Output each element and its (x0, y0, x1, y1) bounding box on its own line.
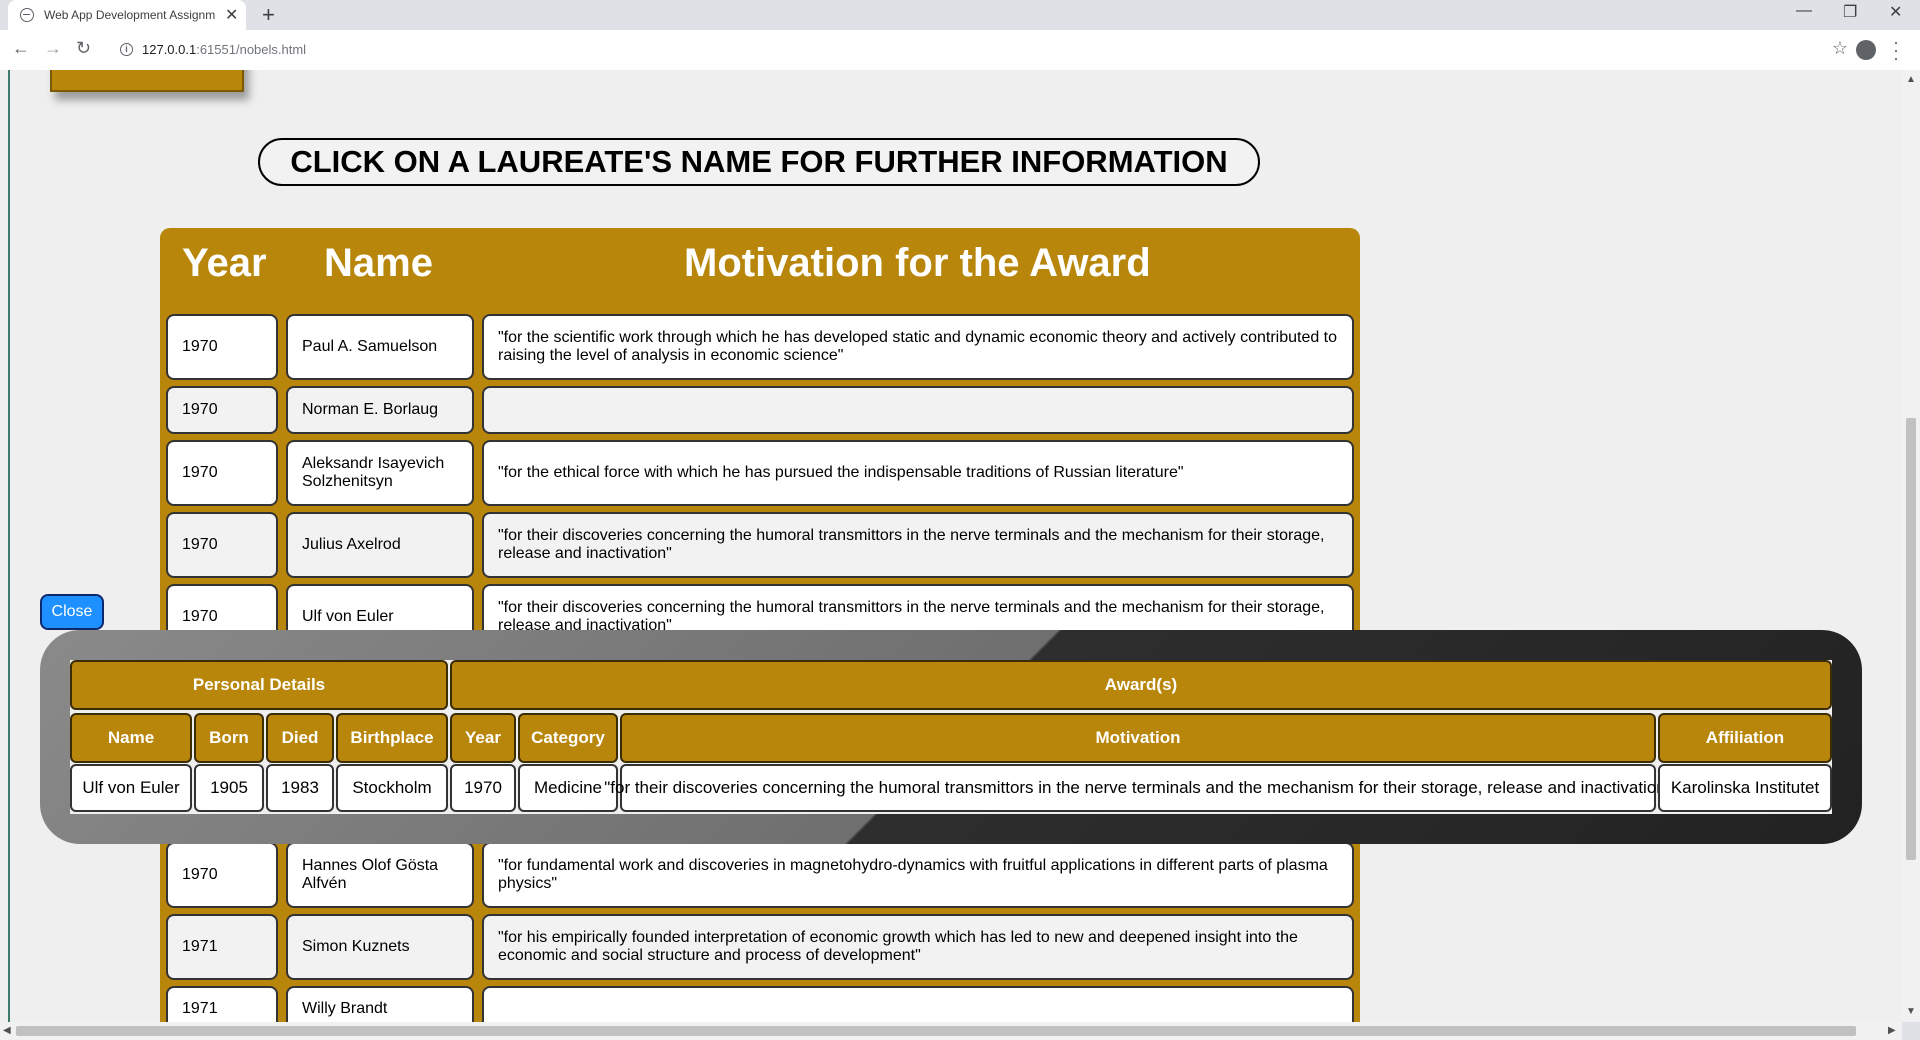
page-viewport: CLICK ON A LAUREATE'S NAME FOR FURTHER I… (0, 70, 1902, 1022)
table-cell-year: 1971 (166, 986, 278, 1022)
horizontal-scrollbar[interactable]: ◀ ▶ (0, 1022, 1902, 1040)
laureate-name-link[interactable]: Julius Axelrod (286, 512, 474, 578)
detail-born: 1905 (194, 764, 264, 812)
details-table: Personal Details Award(s) Name Born Died… (70, 660, 1832, 814)
detail-year: 1970 (450, 764, 516, 812)
group-header-awards: Award(s) (450, 660, 1832, 710)
window-close-icon[interactable]: ✕ (1889, 2, 1902, 22)
detail-birthplace: Stockholm (336, 764, 448, 812)
table-cell-motivation: "for the ethical force with which he has… (482, 440, 1354, 506)
laureate-name-link[interactable]: Willy Brandt (286, 986, 474, 1022)
scroll-down-icon[interactable]: ▼ (1906, 1006, 1916, 1017)
top-nav-button[interactable] (50, 70, 244, 92)
column-header-died: Died (266, 713, 334, 763)
laureate-name-link[interactable]: Norman E. Borlaug (286, 386, 474, 434)
table-cell-year: 1970 (166, 842, 278, 908)
detail-affiliation: Karolinska Institutet (1658, 764, 1832, 812)
column-header-name: Name (70, 713, 192, 763)
table-cell-motivation: "for his empirically founded interpretat… (482, 914, 1354, 980)
header-name: Name (324, 241, 433, 285)
forward-arrow-icon[interactable]: → (44, 38, 62, 59)
instruction-banner: CLICK ON A LAUREATE'S NAME FOR FURTHER I… (258, 138, 1260, 186)
account-icon[interactable] (1856, 40, 1876, 60)
column-header-year: Year (450, 713, 516, 763)
menu-icon[interactable]: · · · (1893, 33, 1899, 67)
page-border (8, 70, 10, 1022)
minimize-icon[interactable]: — (1796, 2, 1812, 20)
table-cell-motivation: "for fundamental work and discoveries in… (482, 842, 1354, 908)
table-cell-motivation: "for their discoveries concerning the hu… (482, 512, 1354, 578)
vertical-scroll-thumb[interactable] (1906, 418, 1916, 860)
tab-strip: Web App Development Assignm ✕ + — ❐ ✕ (0, 0, 1920, 30)
address-bar[interactable]: i 127.0.0.1:61551/nobels.html ☆ (108, 35, 1848, 65)
browser-tab[interactable]: Web App Development Assignm ✕ (8, 0, 246, 30)
scroll-right-icon[interactable]: ▶ (1888, 1025, 1896, 1036)
laureate-details-modal: Personal Details Award(s) Name Born Died… (40, 630, 1862, 844)
laureates-table: Year Name Motivation for the Award 1970 … (160, 228, 1360, 1022)
bookmark-star-icon[interactable]: ☆ (1832, 38, 1848, 59)
scroll-left-icon[interactable]: ◀ (3, 1025, 11, 1036)
back-arrow-icon[interactable]: ← (12, 38, 30, 59)
group-header-personal: Personal Details (70, 660, 448, 710)
restore-icon[interactable]: ❐ (1843, 2, 1857, 22)
detail-motivation: "for their discoveries concerning the hu… (604, 764, 1672, 812)
vertical-scrollbar[interactable]: ▲ ▼ (1902, 70, 1920, 1022)
column-header-birthplace: Birthplace (336, 713, 448, 763)
globe-icon (20, 8, 34, 22)
column-header-born: Born (194, 713, 264, 763)
info-icon[interactable]: i (120, 43, 133, 56)
column-header-category: Category (518, 713, 618, 763)
url-text: 127.0.0.1:61551/nobels.html (142, 42, 307, 57)
table-cell-year: 1971 (166, 914, 278, 980)
table-cell-motivation: "for the scientific work through which h… (482, 314, 1354, 380)
header-year: Year (182, 241, 267, 285)
new-tab-icon[interactable]: + (262, 2, 275, 28)
close-button[interactable]: Close (40, 594, 104, 630)
laureate-name-link[interactable]: Hannes Olof Gösta Alfvén (286, 842, 474, 908)
laureate-name-link[interactable]: Simon Kuznets (286, 914, 474, 980)
laureate-name-link[interactable]: Paul A. Samuelson (286, 314, 474, 380)
browser-toolbar: ← → ↻ i 127.0.0.1:61551/nobels.html ☆ · ·… (0, 30, 1920, 71)
header-motivation: Motivation for the Award (684, 241, 1151, 285)
table-cell-year: 1970 (166, 512, 278, 578)
table-cell-year: 1970 (166, 440, 278, 506)
detail-category: Medicine (518, 764, 618, 812)
column-header-affiliation: Affiliation (1658, 713, 1832, 763)
scroll-up-icon[interactable]: ▲ (1906, 74, 1916, 85)
reload-icon[interactable]: ↻ (76, 38, 91, 59)
detail-died: 1983 (266, 764, 334, 812)
table-cell-year: 1970 (166, 386, 278, 434)
tab-close-icon[interactable]: ✕ (225, 5, 238, 25)
table-cell-year: 1970 (166, 314, 278, 380)
table-cell-motivation (482, 386, 1354, 434)
tab-title: Web App Development Assignm (44, 8, 216, 22)
horizontal-scroll-thumb[interactable] (16, 1026, 1856, 1036)
detail-name: Ulf von Euler (70, 764, 192, 812)
table-cell-motivation (482, 986, 1354, 1022)
laureate-name-link[interactable]: Aleksandr Isayevich Solzhenitsyn (286, 440, 474, 506)
column-header-motivation: Motivation (620, 713, 1656, 763)
